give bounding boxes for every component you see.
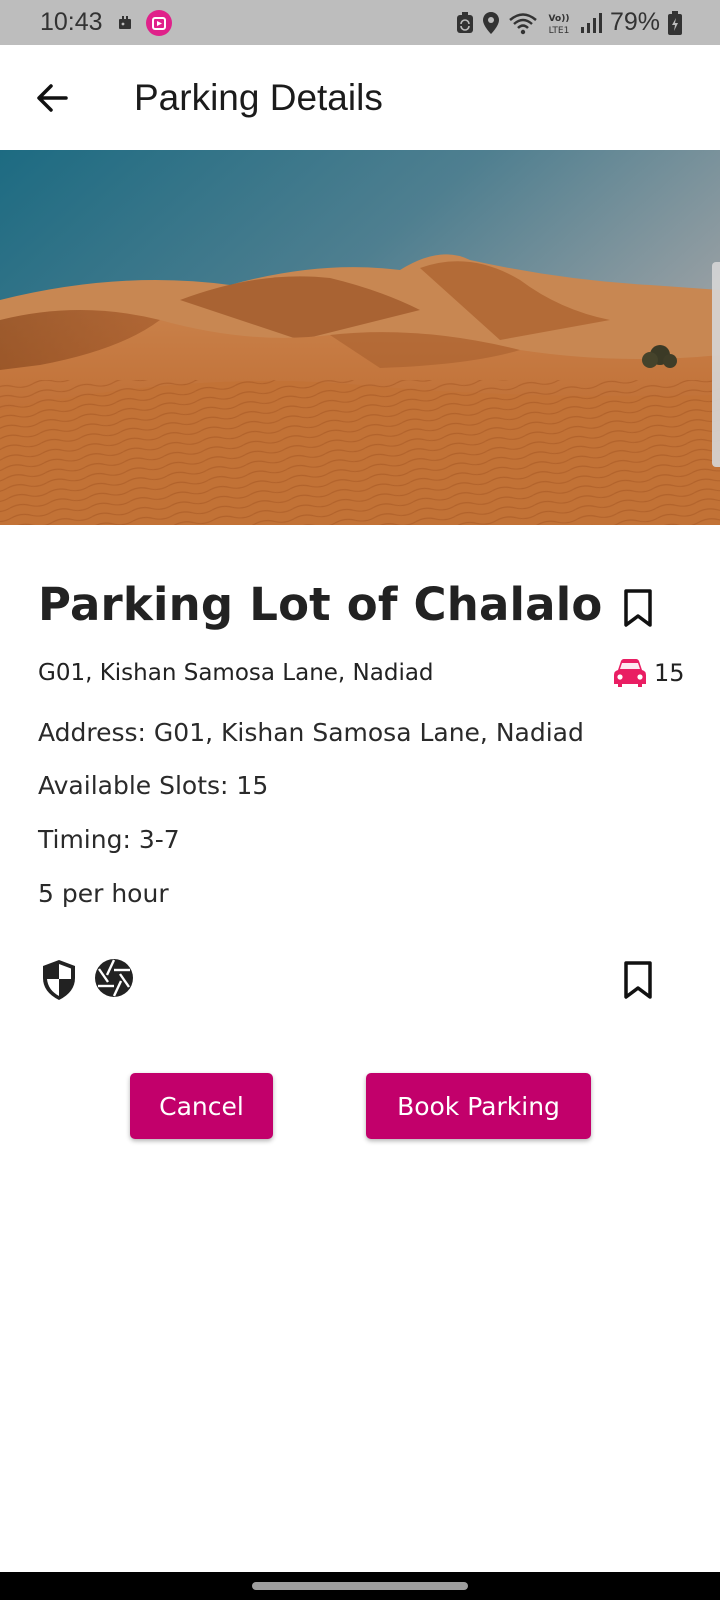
app-badge-icon	[145, 9, 172, 36]
address-line: Address: G01, Kishan Samosa Lane, Nadiad	[38, 718, 584, 747]
svg-text:Vo)): Vo))	[549, 14, 570, 24]
status-right-icons: Vo)) LTE1 79%	[456, 8, 682, 37]
amenities	[40, 958, 134, 1002]
notification-icon	[118, 15, 131, 29]
security-shield-icon	[43, 960, 75, 1000]
status-bar: 10:43 Vo)) LTE1 79%	[0, 0, 720, 45]
app-bar: Parking Details	[0, 45, 720, 150]
camera-shutter-icon	[95, 959, 133, 997]
status-time: 10:43	[40, 8, 103, 36]
signal-icon	[580, 12, 602, 33]
hero-image	[0, 150, 720, 525]
wifi-icon	[509, 12, 537, 34]
slot-count: 15	[654, 659, 685, 687]
lot-name: Parking Lot of Chalalo	[38, 578, 603, 631]
page-title: Parking Details	[134, 76, 383, 118]
cancel-button[interactable]: Cancel	[130, 1073, 273, 1139]
scroll-handle[interactable]	[712, 262, 720, 467]
sync-icon	[456, 11, 473, 33]
arrow-back-icon	[37, 83, 68, 112]
bookmark-button[interactable]	[620, 588, 656, 628]
battery-percent: 79%	[609, 8, 660, 36]
svg-text:LTE1: LTE1	[549, 26, 570, 36]
bookmark-icon	[624, 589, 652, 627]
system-nav-bar	[0, 1572, 720, 1600]
timing-line: Timing: 3-7	[38, 825, 180, 854]
available-slots-line: Available Slots: 15	[38, 771, 269, 800]
car-icon	[614, 659, 646, 687]
bookmark-button-secondary[interactable]	[620, 960, 656, 1000]
book-parking-button[interactable]: Book Parking	[366, 1073, 591, 1139]
status-left-icons	[117, 9, 173, 37]
price-line: 5 per hour	[38, 879, 169, 908]
bookmark-icon	[624, 961, 652, 999]
back-button[interactable]	[22, 68, 82, 128]
desert-dunes-photo	[0, 150, 720, 525]
home-indicator[interactable]	[252, 1582, 468, 1590]
lot-location: G01, Kishan Samosa Lane, Nadiad	[38, 660, 434, 686]
location-icon	[482, 11, 499, 34]
slot-badge: 15	[612, 657, 685, 689]
battery-icon	[668, 10, 682, 35]
volte-icon: Vo)) LTE1	[549, 14, 570, 36]
